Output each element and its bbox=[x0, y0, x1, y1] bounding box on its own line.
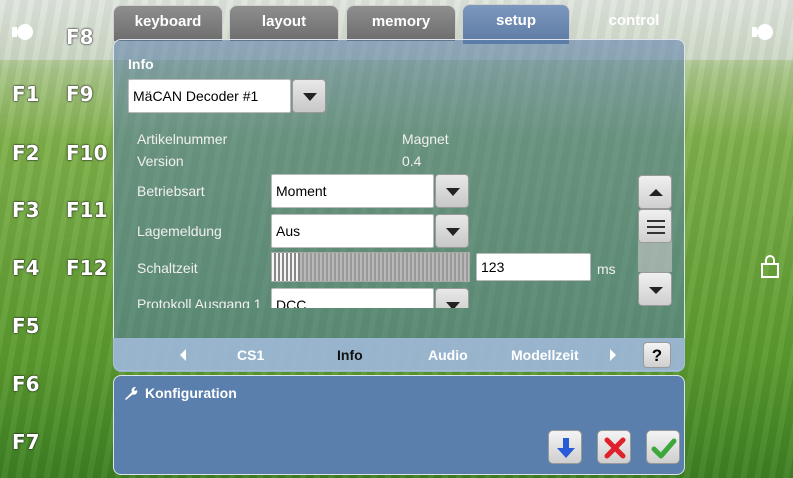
help-button[interactable]: ? bbox=[643, 342, 671, 368]
close-icon bbox=[604, 437, 626, 459]
field-label-version: Version bbox=[137, 153, 184, 169]
cancel-button[interactable] bbox=[597, 430, 631, 464]
function-key-f5[interactable]: F5 bbox=[12, 314, 40, 338]
tab-next-icon[interactable] bbox=[607, 347, 619, 363]
lagemeldung-dropdown-button[interactable] bbox=[435, 214, 469, 248]
tab-keyboard[interactable]: keyboard bbox=[113, 5, 223, 41]
tab-control[interactable]: control bbox=[578, 5, 690, 41]
function-key-f3[interactable]: F3 bbox=[12, 198, 40, 222]
scroll-down-button[interactable] bbox=[638, 272, 672, 306]
field-value-artikelnummer: Magnet bbox=[402, 131, 449, 147]
field-label-betriebsart: Betriebsart bbox=[137, 183, 205, 199]
tab-prev-icon[interactable] bbox=[177, 347, 189, 363]
function-key-label: F1 bbox=[12, 82, 40, 106]
config-title: Konfiguration bbox=[145, 385, 237, 401]
grip-icon bbox=[647, 220, 665, 234]
confirm-button[interactable] bbox=[646, 430, 680, 464]
tab-cs1[interactable]: CS1 bbox=[237, 347, 264, 363]
function-key-label: F3 bbox=[12, 198, 40, 222]
scroll-up-button[interactable] bbox=[638, 175, 672, 209]
function-key-label: F6 bbox=[12, 372, 40, 396]
field-label-schaltzeit: Schaltzeit bbox=[137, 260, 198, 276]
function-key-f8[interactable]: F8 bbox=[66, 25, 94, 49]
field-value-version: 0.4 bbox=[402, 153, 422, 169]
function-key-label: F10 bbox=[66, 141, 108, 165]
wrench-icon bbox=[125, 386, 138, 400]
protokoll-ausgang-1-dropdown-button[interactable] bbox=[435, 288, 469, 308]
tab-audio[interactable]: Audio bbox=[428, 347, 468, 363]
tab-layout[interactable]: layout bbox=[229, 5, 339, 41]
tab-memory[interactable]: memory bbox=[346, 5, 456, 41]
function-key-label: F4 bbox=[12, 256, 40, 280]
arrow-down-icon bbox=[557, 438, 575, 458]
function-key-label: F8 bbox=[66, 25, 94, 49]
function-key-label: F5 bbox=[12, 314, 40, 338]
protokoll-ausgang-1-select[interactable]: DCC bbox=[271, 288, 434, 308]
function-key-label: F12 bbox=[66, 256, 108, 280]
power-icon[interactable] bbox=[12, 23, 34, 41]
function-key-label: F9 bbox=[66, 82, 94, 106]
field-label-protokoll-ausgang-1: Protokoll Ausgang 1 bbox=[137, 296, 262, 308]
field-label-lagemeldung: Lagemeldung bbox=[137, 223, 222, 239]
tab-modellzeit[interactable]: Modellzeit bbox=[511, 347, 579, 363]
schaltzeit-input[interactable]: 123 bbox=[476, 253, 591, 281]
function-key-f1[interactable]: F1 bbox=[12, 82, 40, 106]
schaltzeit-slider-fill bbox=[272, 253, 300, 281]
function-key-label: F11 bbox=[66, 198, 108, 222]
bottom-tab-bar: CS1 Info Audio Modellzeit ? bbox=[113, 338, 685, 372]
function-key-f10[interactable]: F10 bbox=[66, 141, 108, 165]
function-key-f6[interactable]: F6 bbox=[12, 372, 40, 396]
betriebsart-select[interactable]: Moment bbox=[271, 174, 434, 208]
function-key-f2[interactable]: F2 bbox=[12, 141, 40, 165]
power-icon-right[interactable] bbox=[752, 23, 774, 41]
lagemeldung-select[interactable]: Aus bbox=[271, 214, 434, 248]
checkmark-icon bbox=[651, 438, 677, 459]
schaltzeit-slider[interactable] bbox=[271, 252, 470, 282]
arrow-up-icon bbox=[649, 189, 663, 196]
function-key-f7[interactable]: F7 bbox=[12, 430, 40, 454]
arrow-down-icon bbox=[649, 287, 663, 294]
tab-setup[interactable]: setup bbox=[462, 4, 570, 44]
function-key-f4[interactable]: F4 bbox=[12, 256, 40, 280]
function-key-label: F7 bbox=[12, 430, 40, 454]
betriebsart-dropdown-button[interactable] bbox=[435, 174, 469, 208]
function-key-label: F2 bbox=[12, 141, 40, 165]
scroll-thumb[interactable] bbox=[638, 209, 672, 243]
schaltzeit-unit: ms bbox=[597, 261, 616, 277]
download-button[interactable] bbox=[548, 430, 582, 464]
field-label-artikelnummer: Artikelnummer bbox=[137, 131, 228, 147]
lock-icon[interactable] bbox=[760, 254, 780, 278]
function-key-f12[interactable]: F12 bbox=[66, 256, 108, 280]
tab-info[interactable]: Info bbox=[337, 347, 363, 363]
function-key-f9[interactable]: F9 bbox=[66, 82, 94, 106]
function-key-f11[interactable]: F11 bbox=[66, 198, 108, 222]
